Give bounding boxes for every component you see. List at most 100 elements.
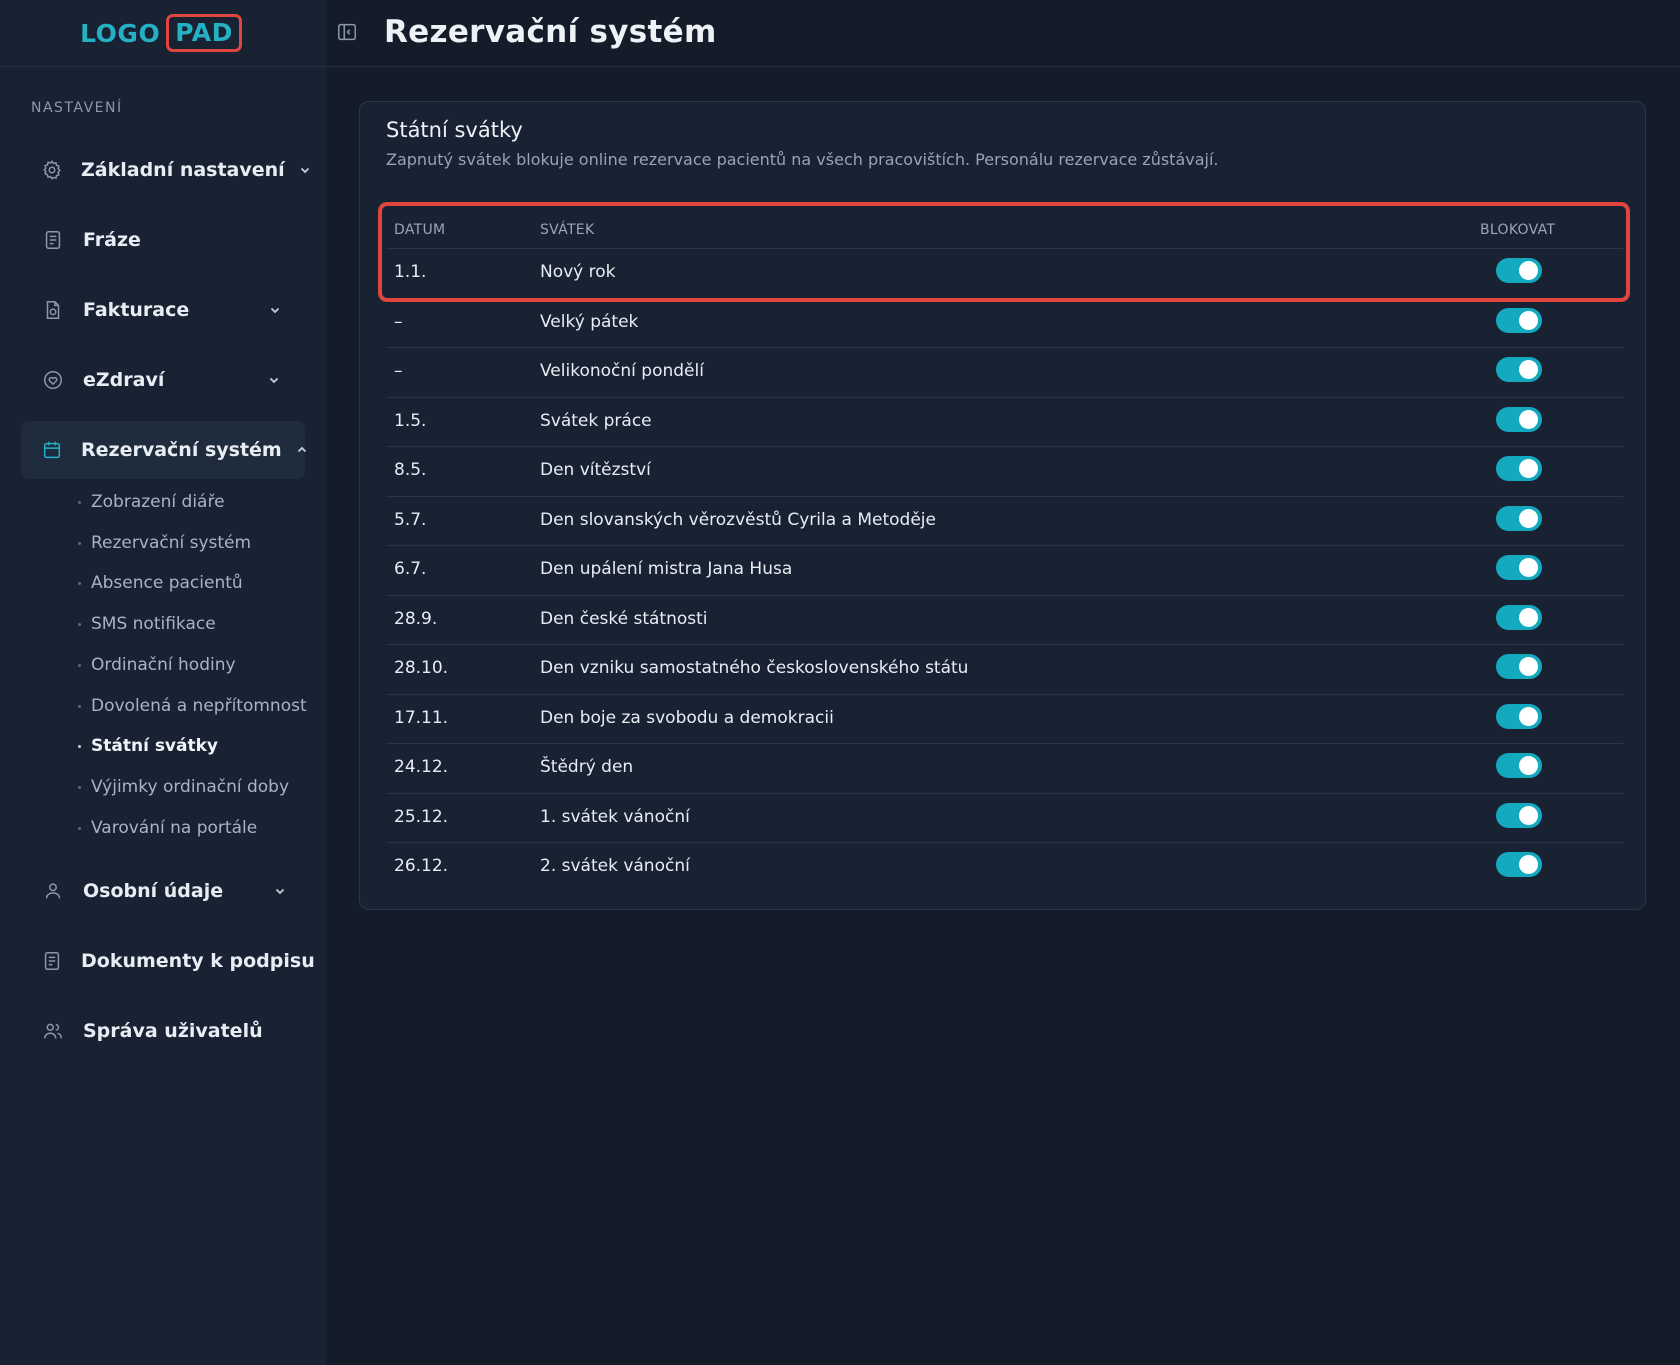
block-toggle[interactable] bbox=[1496, 456, 1542, 481]
table-row: 28.9. Den české státnosti bbox=[386, 596, 1623, 645]
toggle-knob bbox=[1519, 706, 1538, 726]
toggle-knob bbox=[1519, 360, 1538, 379]
block-toggle[interactable] bbox=[1496, 406, 1542, 432]
bullet-dot bbox=[78, 826, 81, 830]
subitem-diary-view[interactable]: Zobrazení diáře bbox=[78, 487, 225, 517]
block-toggle[interactable] bbox=[1496, 604, 1542, 630]
sidebar-item-user-management[interactable]: Správa uživatelů bbox=[21, 1002, 305, 1060]
block-toggle[interactable] bbox=[1496, 258, 1542, 283]
sidebar-item-invoicing[interactable]: Fakturace bbox=[21, 281, 305, 339]
sidebar: LOGO PAD NASTAVENÍ Základní nastavení Fr… bbox=[0, 0, 326, 1365]
holiday-date: 1.1. bbox=[394, 262, 427, 282]
sidebar-item-phrases[interactable]: Fráze bbox=[21, 211, 305, 269]
table-row: 28.10. Den vzniku samostatného českoslove… bbox=[386, 645, 1623, 695]
table-row: 1.5. Svátek práce bbox=[386, 398, 1623, 447]
card-description: Zapnutý svátek blokuje online rezervace … bbox=[386, 150, 1219, 169]
block-toggle[interactable] bbox=[1496, 753, 1542, 778]
bullet-dot bbox=[78, 622, 81, 626]
subitem-sms-notifications[interactable]: SMS notifikace bbox=[78, 609, 216, 639]
user-icon bbox=[41, 879, 65, 903]
holiday-date: 28.9. bbox=[394, 608, 438, 629]
table-row: – Velikonoční pondělí bbox=[386, 348, 1623, 398]
block-toggle[interactable] bbox=[1496, 555, 1542, 580]
holiday-date: 6.7. bbox=[394, 559, 427, 579]
bullet-dot bbox=[78, 785, 81, 789]
bullet-dot bbox=[78, 541, 81, 545]
block-toggle[interactable] bbox=[1496, 654, 1542, 679]
table-row: 1.1. Nový rok bbox=[386, 249, 1623, 299]
holiday-name: Den vítězství bbox=[540, 460, 651, 480]
logo[interactable]: LOGO PAD bbox=[80, 14, 242, 52]
logo-text: LOGO bbox=[80, 18, 161, 48]
block-toggle[interactable] bbox=[1496, 802, 1542, 828]
column-header-holiday: SVÁTEK bbox=[540, 222, 595, 238]
subitem-vacation[interactable]: Dovolená a nepřítomnost bbox=[78, 691, 307, 721]
sidebar-item-personal-data[interactable]: Osobní údaje bbox=[21, 862, 305, 920]
invoice-icon bbox=[41, 298, 65, 322]
subitem-public-holidays[interactable]: Státní svátky bbox=[78, 731, 218, 761]
holiday-date: 24.12. bbox=[394, 757, 449, 777]
toggle-knob bbox=[1519, 805, 1538, 825]
sidebar-item-documents-to-sign[interactable]: Dokumenty k podpisu bbox=[21, 932, 315, 990]
subitem-label: Ordinační hodiny bbox=[91, 655, 236, 675]
table-row: 8.5. Den vítězství bbox=[386, 447, 1623, 497]
toggle-knob bbox=[1519, 558, 1538, 577]
holiday-name: Den boje za svobodu a demokracii bbox=[540, 707, 834, 728]
sidebar-item-basic-settings[interactable]: Základní nastavení bbox=[21, 141, 309, 199]
bullet-dot bbox=[78, 500, 81, 504]
holiday-name: Velikonoční pondělí bbox=[540, 361, 704, 381]
holiday-name: Svátek práce bbox=[540, 410, 652, 431]
calendar-icon bbox=[41, 438, 63, 462]
page-title: Rezervační systém bbox=[384, 14, 717, 50]
subitem-office-hours[interactable]: Ordinační hodiny bbox=[78, 650, 236, 680]
holiday-name: Den slovanských věrozvěstů Cyrila a Meto… bbox=[540, 509, 936, 530]
sidebar-section-label: NASTAVENÍ bbox=[31, 100, 123, 116]
table-body: 1.1. Nový rok – Velký pátek – Velikonoční pon… bbox=[386, 249, 1623, 893]
chevron-down-icon bbox=[269, 303, 283, 317]
table-row: 6.7. Den upálení mistra Jana Husa bbox=[386, 546, 1623, 596]
subitem-label: Dovolená a nepřítomnost bbox=[91, 696, 307, 716]
block-toggle[interactable] bbox=[1496, 505, 1542, 531]
block-toggle[interactable] bbox=[1496, 357, 1542, 382]
sidebar-item-ezdravi[interactable]: eZdraví bbox=[21, 351, 305, 409]
holiday-name: 1. svátek vánoční bbox=[540, 806, 690, 827]
subitem-label: Varování na portále bbox=[91, 818, 258, 838]
holiday-date: – bbox=[394, 311, 403, 332]
sidebar-item-label: Rezervační systém bbox=[81, 439, 282, 461]
holiday-name: Den české státnosti bbox=[540, 608, 708, 629]
chevron-down-icon bbox=[274, 884, 288, 898]
block-toggle[interactable] bbox=[1496, 307, 1542, 333]
subitem-booking-system[interactable]: Rezervační systém bbox=[78, 528, 251, 558]
sidebar-item-label: eZdraví bbox=[83, 369, 165, 391]
users-icon bbox=[41, 1019, 65, 1043]
sidebar-item-booking-system[interactable]: Rezervační systém bbox=[21, 421, 306, 479]
subitem-label: Výjimky ordinační doby bbox=[91, 777, 290, 797]
subitem-hours-exceptions[interactable]: Výjimky ordinační doby bbox=[78, 772, 289, 802]
table-row: 17.11. Den boje za svobodu a demokracii bbox=[386, 695, 1623, 744]
document-icon bbox=[41, 228, 65, 252]
sidebar-item-label: Základní nastavení bbox=[81, 159, 285, 181]
block-toggle[interactable] bbox=[1496, 852, 1542, 877]
holiday-date: 8.5. bbox=[394, 460, 427, 480]
gear-icon bbox=[41, 158, 63, 182]
holiday-name: Den vzniku samostatného československého… bbox=[540, 658, 969, 678]
subitem-label: Absence pacientů bbox=[91, 573, 243, 593]
logo-pad-text: PAD bbox=[166, 14, 242, 52]
chevron-down-icon bbox=[299, 163, 311, 177]
toggle-knob bbox=[1519, 261, 1538, 280]
holiday-name: Velký pátek bbox=[540, 311, 639, 332]
subitem-patient-absence[interactable]: Absence pacientů bbox=[78, 568, 243, 598]
table-row: 24.12. Štědrý den bbox=[386, 744, 1623, 794]
table-row: – Velký pátek bbox=[386, 299, 1623, 348]
holiday-date: 17.11. bbox=[394, 707, 449, 728]
block-toggle[interactable] bbox=[1496, 703, 1542, 729]
sidebar-item-label: Fakturace bbox=[83, 299, 190, 321]
column-header-block: BLOKOVAT bbox=[1480, 222, 1556, 238]
sidebar-collapse-icon[interactable] bbox=[336, 21, 360, 45]
subitem-label: SMS notifikace bbox=[91, 614, 216, 634]
bullet-dot bbox=[78, 744, 81, 748]
subitem-portal-warnings[interactable]: Varování na portále bbox=[78, 813, 257, 843]
subitem-label: Státní svátky bbox=[91, 736, 219, 756]
holiday-name: Den upálení mistra Jana Husa bbox=[540, 559, 793, 579]
toggle-knob bbox=[1519, 855, 1538, 874]
